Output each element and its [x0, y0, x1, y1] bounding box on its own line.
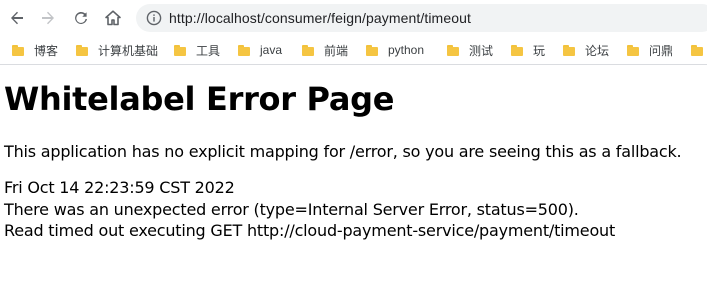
address-bar[interactable]: http://localhost/consumer/feign/payment/…	[136, 4, 707, 32]
error-detail: Read timed out executing GET http://clou…	[4, 221, 616, 240]
bookmark-folder[interactable]: 论坛	[563, 42, 609, 58]
bookmark-folder[interactable]: java	[238, 42, 282, 58]
bookmark-folder[interactable]: 博客	[12, 42, 58, 58]
folder-icon	[12, 44, 24, 56]
reload-button[interactable]	[70, 7, 92, 29]
reload-icon	[75, 11, 87, 24]
bookmark-label: 计算机基础	[98, 43, 159, 58]
bookmark-folder[interactable]	[691, 42, 707, 58]
bookmark-label: python	[388, 43, 425, 57]
bookmark-label: 玩	[533, 43, 546, 58]
bookmark-label: 工具	[196, 43, 221, 58]
bookmark-label: 测试	[469, 43, 494, 58]
folder-icon	[366, 44, 378, 56]
folder-icon	[563, 44, 575, 56]
browser-toolbar: http://localhost/consumer/feign/payment/…	[0, 0, 707, 36]
bookmarks-bar: 博客 计算机基础 工具 java 前端 python 测试 玩 论坛 问鼎	[0, 36, 707, 65]
bookmark-label: 前端	[324, 43, 349, 58]
bookmark-folder[interactable]: 问鼎	[627, 42, 673, 58]
bookmark-folder[interactable]: python	[366, 42, 424, 58]
folder-icon	[174, 44, 186, 56]
arrow-left-icon	[11, 11, 23, 25]
arrow-right-icon	[42, 11, 54, 25]
bookmark-folder[interactable]: 前端	[302, 42, 348, 58]
folder-icon	[511, 44, 523, 56]
bookmark-label: 论坛	[585, 43, 610, 58]
bookmark-folder[interactable]: 测试	[447, 42, 493, 58]
bookmark-folder[interactable]: 玩	[511, 42, 545, 58]
browser-chrome: http://localhost/consumer/feign/payment/…	[0, 0, 707, 65]
folder-icon	[238, 44, 250, 56]
folder-icon	[627, 44, 639, 56]
bookmark-label: java	[260, 43, 283, 57]
bookmark-label: 博客	[34, 43, 59, 58]
bookmark-label: 问鼎	[649, 43, 674, 58]
folder-icon	[302, 44, 314, 56]
home-button[interactable]	[102, 7, 124, 29]
info-icon[interactable]	[146, 10, 162, 26]
home-icon	[105, 10, 121, 26]
url-text[interactable]: http://localhost/consumer/feign/payment/…	[169, 10, 471, 26]
error-status: There was an unexpected error (type=Inte…	[4, 200, 579, 219]
forward-button[interactable]	[37, 7, 59, 29]
error-timestamp: Fri Oct 14 22:23:59 CST 2022	[4, 178, 235, 197]
bookmark-folder[interactable]: 计算机基础	[76, 42, 158, 58]
page-title: Whitelabel Error Page	[4, 80, 395, 118]
back-button[interactable]	[6, 7, 28, 29]
folder-icon	[691, 44, 703, 56]
bookmark-folder[interactable]: 工具	[174, 42, 220, 58]
folder-icon	[447, 44, 459, 56]
folder-icon	[76, 44, 88, 56]
error-message: This application has no explicit mapping…	[4, 142, 682, 161]
